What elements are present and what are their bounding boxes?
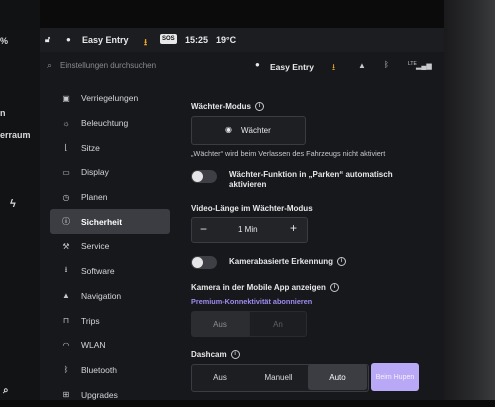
mobile-camera-on[interactable]: An xyxy=(249,311,307,337)
sentry-mode-title: Wächter-Modus i xyxy=(191,102,264,112)
info-icon[interactable]: i xyxy=(255,102,264,112)
topbar-profile[interactable]: Easy Entry xyxy=(270,62,314,72)
navigation-icon: ▲ xyxy=(62,291,70,301)
lock-icon: ▣ xyxy=(62,93,70,103)
download-icon[interactable]: ⭳ xyxy=(332,60,335,76)
profile-icon: ● xyxy=(255,60,260,69)
dashcam-option-manuell[interactable]: Manuell xyxy=(249,364,308,390)
sentry-icon: ◉ xyxy=(225,125,232,134)
signal-icon: ▂▄▆ xyxy=(416,63,432,70)
sos-badge[interactable]: SOS xyxy=(160,34,177,44)
status-bar: 🔓︎ ● Easy Entry ⭳ SOS 15:25 19°C xyxy=(40,28,444,52)
sidebar-item-sitze[interactable]: ⌊ Sitze xyxy=(50,135,170,160)
wifi-icon: ◠ xyxy=(62,340,70,350)
sentry-button[interactable]: ◉ Wächter xyxy=(191,116,306,145)
sidebar-item-wlan[interactable]: ◠ WLAN xyxy=(50,333,170,358)
battery-percent: % xyxy=(0,36,9,46)
camera-detection-toggle[interactable] xyxy=(191,256,217,269)
bell-icon[interactable]: ▲ xyxy=(358,61,366,70)
sidebar-item-upgrades[interactable]: ⊞ Upgrades xyxy=(50,382,170,407)
trips-icon: ⊓ xyxy=(62,316,70,326)
mobile-camera-off[interactable]: Aus xyxy=(191,311,249,337)
search-icon[interactable]: ⌕ xyxy=(3,385,9,396)
sentry-note: „Wächter“ wird beim Verlassen des Fahrze… xyxy=(191,149,386,158)
wrench-icon: ⚒ xyxy=(62,241,70,251)
settings-search-input[interactable]: Einstellungen durchsuchen xyxy=(60,61,156,70)
seat-icon: ⌊ xyxy=(64,143,68,153)
upgrades-icon: ⊞ xyxy=(62,390,70,400)
settings-topbar: ⌕ Einstellungen durchsuchen ● Easy Entry… xyxy=(40,55,444,83)
left-text-1: n xyxy=(0,108,6,118)
video-length-value: 1 Min xyxy=(238,225,258,234)
sidebar-item-planen[interactable]: ◷ Planen xyxy=(50,185,170,210)
left-text-2: erraum xyxy=(0,130,31,140)
dashcam-option-beim-hupen[interactable]: Beim Hupen xyxy=(371,363,419,391)
adjacent-panel: % n erraum ϟ ⌕ xyxy=(0,30,40,400)
display-icon: ▭ xyxy=(62,167,70,177)
status-profile[interactable]: Easy Entry xyxy=(82,35,129,45)
sentry-button-label: Wächter xyxy=(241,126,271,135)
bluetooth-icon: ᛒ xyxy=(384,60,389,69)
dashcam-option-auto[interactable]: Auto xyxy=(308,364,367,390)
sentry-parked-label-1: Wächter-Funktion in „Parken“ automatisch xyxy=(229,170,393,179)
download-icon: ⭳ xyxy=(64,265,68,275)
dashcam-title: Dashcam i xyxy=(191,350,240,360)
sentry-parked-label-2: aktivieren xyxy=(229,180,267,189)
dashcam-option-aus[interactable]: Aus xyxy=(191,364,249,390)
decrease-button[interactable]: − xyxy=(200,222,207,236)
sidebar-item-trips[interactable]: ⊓ Trips xyxy=(50,308,170,333)
sidebar-item-service[interactable]: ⚒ Service xyxy=(50,234,170,259)
sidebar-item-navigation[interactable]: ▲ Navigation xyxy=(50,284,170,309)
sidebar-item-software[interactable]: ⭳ Software xyxy=(50,259,170,284)
settings-sidebar: ▣ Verriegelungen ☼ Beleuchtung ⌊ Sitze ▭ Dis… xyxy=(50,86,170,407)
increase-button[interactable]: + xyxy=(290,221,297,235)
download-icon: ⭳ xyxy=(144,37,148,47)
info-icon[interactable]: i xyxy=(230,350,240,360)
info-icon[interactable]: i xyxy=(329,283,339,293)
mobile-camera-title: Kamera in der Mobile App anzeigen i xyxy=(191,283,339,293)
toggle-knob xyxy=(192,257,203,268)
sentry-parked-toggle[interactable] xyxy=(191,170,217,183)
right-bezel xyxy=(444,0,495,400)
bluetooth-icon: ᛒ xyxy=(63,365,69,375)
sidebar-item-bluetooth[interactable]: ᛒ Bluetooth xyxy=(50,358,170,383)
profile-icon: ● xyxy=(66,35,71,44)
info-icon[interactable]: i xyxy=(337,257,347,267)
premium-link[interactable]: Premium-Konnektivität abonnieren xyxy=(191,297,312,306)
video-length-stepper: − 1 Min + xyxy=(191,217,308,243)
sidebar-item-verriegelungen[interactable]: ▣ Verriegelungen xyxy=(50,86,170,111)
unlock-icon[interactable]: 🔓︎ xyxy=(45,35,50,45)
lightning-icon: ϟ xyxy=(10,198,16,210)
clock: 15:25 xyxy=(185,35,209,45)
schedule-icon: ◷ xyxy=(62,192,70,202)
light-icon: ☼ xyxy=(62,118,70,128)
safety-icon: ⓘ xyxy=(62,217,70,227)
video-length-title: Video-Länge im Wächter-Modus xyxy=(191,204,313,213)
sidebar-item-sicherheit[interactable]: ⓘ Sicherheit xyxy=(50,209,170,235)
camera-detection-label: Kamerabasierte Erkennung i xyxy=(229,257,347,267)
sidebar-item-beleuchtung[interactable]: ☼ Beleuchtung xyxy=(50,111,170,136)
sidebar-item-display[interactable]: ▭ Display xyxy=(50,160,170,185)
toggle-knob xyxy=(192,171,203,182)
outside-temperature: 19°C xyxy=(216,35,237,45)
search-icon[interactable]: ⌕ xyxy=(47,60,52,71)
